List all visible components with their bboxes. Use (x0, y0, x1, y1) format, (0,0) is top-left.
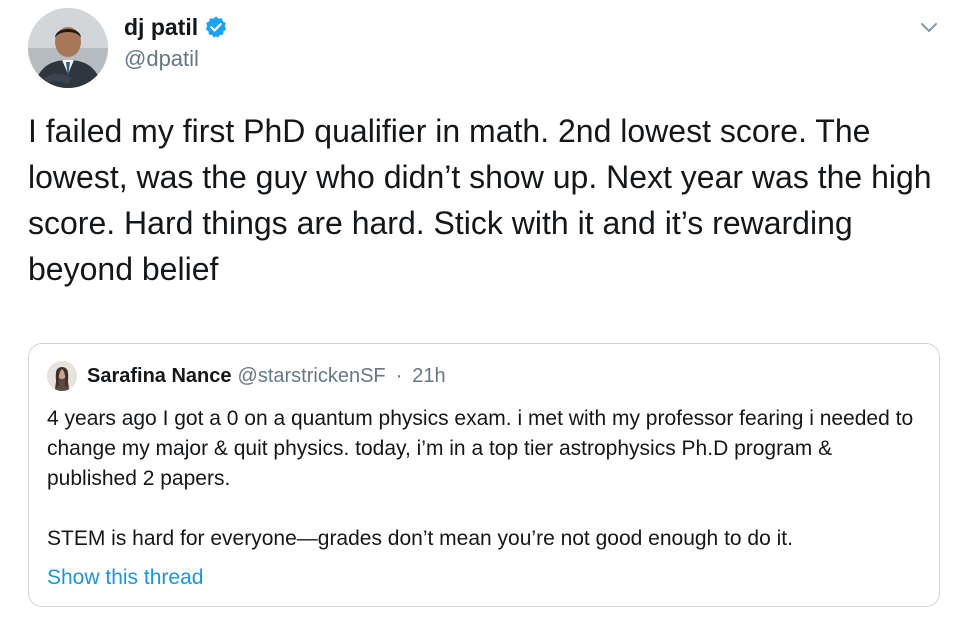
separator-dot: · (395, 364, 403, 387)
person-in-suit-avatar-icon (28, 8, 108, 88)
tweet-text: I failed my first PhD qualifier in math.… (28, 113, 932, 287)
author-avatar[interactable] (28, 8, 108, 88)
author-handle[interactable]: @dpatil (124, 46, 228, 72)
quoted-tweet-text: 4 years ago I got a 0 on a quantum physi… (47, 404, 927, 554)
author-info: dj patil @dpatil (124, 12, 228, 72)
author-name-row: dj patil (124, 12, 228, 42)
show-thread-link[interactable]: Show this thread (47, 566, 203, 590)
quoted-tweet-paragraph: 4 years ago I got a 0 on a quantum physi… (47, 407, 914, 490)
person-avatar-icon (47, 361, 77, 391)
author-display-name[interactable]: dj patil (124, 14, 198, 41)
quoted-author-avatar[interactable] (47, 361, 77, 391)
quoted-author-display-name[interactable]: Sarafina Nance (87, 365, 232, 388)
quoted-tweet-timestamp[interactable]: 21h (412, 365, 445, 388)
tweet: dj patil @dpatil I failed my first PhD q… (0, 0, 960, 632)
verified-badge-icon (204, 15, 228, 39)
quoted-author-handle[interactable]: @starstrickenSF (238, 365, 386, 388)
chevron-down-icon[interactable] (918, 16, 940, 38)
quoted-tweet-paragraph: STEM is hard for everyone—grades don’t m… (47, 527, 793, 550)
quoted-tweet-header: Sarafina Nance @starstrickenSF · 21h (47, 360, 446, 392)
quoted-tweet[interactable]: Sarafina Nance @starstrickenSF · 21h 4 y… (28, 343, 940, 607)
